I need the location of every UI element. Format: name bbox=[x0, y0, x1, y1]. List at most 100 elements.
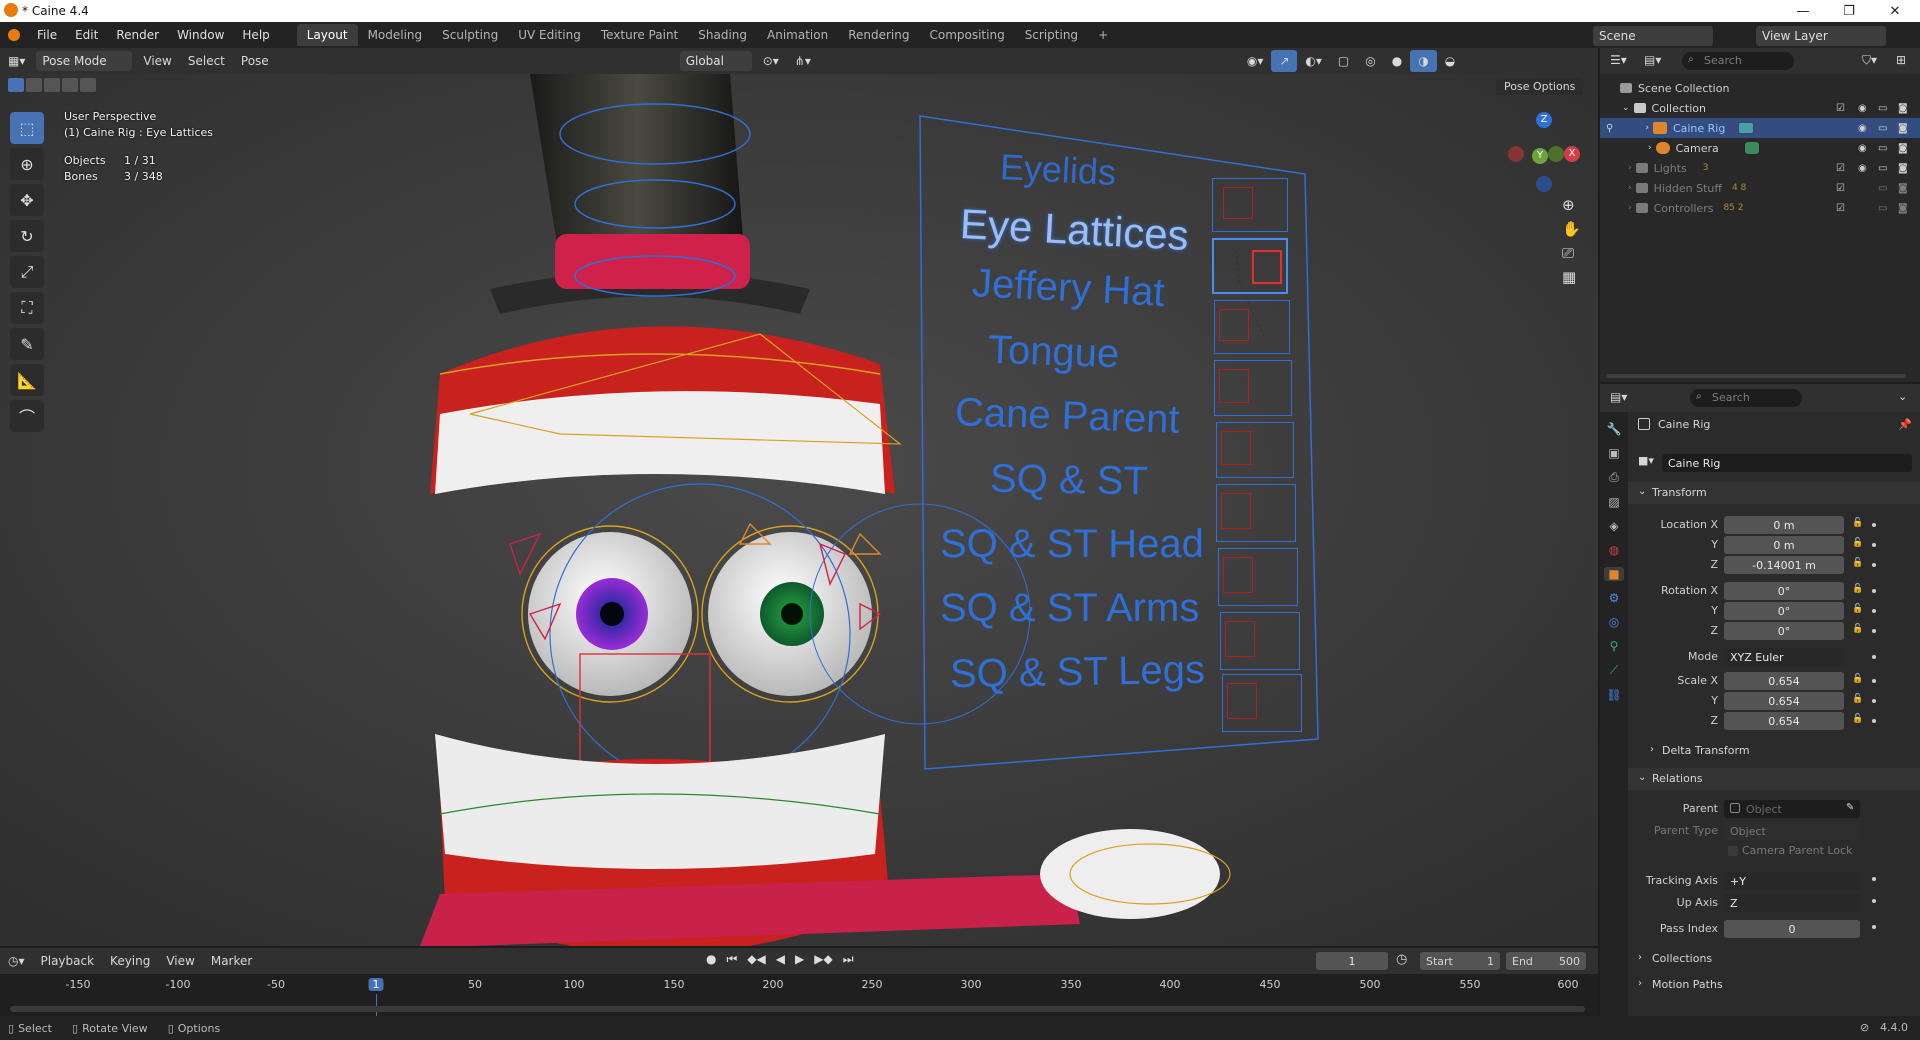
render-toggle-icon[interactable]: ◙ bbox=[1898, 183, 1908, 194]
include-checkbox-icon[interactable]: ☑ bbox=[1836, 103, 1845, 114]
chevron-right-icon[interactable]: › bbox=[1628, 203, 1632, 213]
shading-rendered-icon[interactable]: ◒ bbox=[1437, 50, 1463, 72]
gizmo-x-axis[interactable]: X bbox=[1564, 146, 1580, 162]
scale-tool-icon[interactable]: ⤢ bbox=[10, 256, 44, 288]
pivot-icon[interactable]: ⊙▾ bbox=[755, 50, 787, 72]
ortho-grid-icon[interactable]: ▦ bbox=[1562, 268, 1581, 286]
outliner-scrollbar[interactable] bbox=[1606, 374, 1906, 378]
board-box-jeffery-hat[interactable] bbox=[1214, 300, 1290, 354]
select-invert-icon[interactable] bbox=[62, 78, 78, 92]
keyframe-dot-icon[interactable] bbox=[1872, 563, 1876, 567]
viewport-toggle-icon[interactable]: ▭ bbox=[1878, 163, 1887, 174]
view-layer-selector[interactable]: View Layer bbox=[1756, 26, 1886, 46]
constraint-tab-icon[interactable]: ⛓ bbox=[1606, 688, 1621, 702]
outliner-row-lights[interactable]: › Lights 3 ☑ ◉ ▭ ◙ bbox=[1600, 158, 1920, 178]
board-label-tongue[interactable]: Tongue bbox=[987, 328, 1120, 378]
tab-sculpting[interactable]: Sculpting bbox=[432, 24, 508, 46]
zoom-icon[interactable]: ⊕ bbox=[1562, 196, 1581, 214]
play-icon[interactable]: ▶ bbox=[795, 952, 804, 967]
render-toggle-icon[interactable]: ◙ bbox=[1898, 123, 1908, 134]
menu-render[interactable]: Render bbox=[107, 22, 168, 48]
outliner-row-camera[interactable]: › Camera ◉ ▭ ◙ bbox=[1600, 138, 1920, 158]
keyframe-dot-icon[interactable] bbox=[1872, 699, 1876, 703]
lock-icon[interactable]: 🔓 bbox=[1852, 624, 1863, 634]
xray-icon[interactable]: ▢ bbox=[1330, 50, 1357, 72]
viewport-toggle-icon[interactable]: ▭ bbox=[1878, 103, 1887, 114]
select-menu[interactable]: Select bbox=[180, 50, 233, 72]
keyframe-dot-icon[interactable] bbox=[1872, 523, 1876, 527]
keyframe-dot-icon[interactable] bbox=[1872, 609, 1876, 613]
render-tab-icon[interactable]: ▣ bbox=[1608, 446, 1619, 460]
object-type-icon[interactable]: ■▾ bbox=[1638, 454, 1654, 467]
chevron-down-icon[interactable]: ⌄ bbox=[1622, 103, 1630, 113]
gizmo-neg-x[interactable] bbox=[1508, 146, 1524, 162]
include-checkbox-icon[interactable]: ☑ bbox=[1836, 183, 1845, 194]
jump-start-icon[interactable]: ⏮ bbox=[726, 952, 737, 967]
3d-viewport[interactable]: Eyelids Eye Lattices Jeffery Hat Tongue … bbox=[0, 74, 1598, 946]
keyframe-dot-icon[interactable] bbox=[1872, 925, 1876, 929]
keyframe-dot-icon[interactable] bbox=[1872, 719, 1876, 723]
keyframe-dot-icon[interactable] bbox=[1872, 543, 1876, 547]
measure-tool-icon[interactable]: 📐 bbox=[10, 364, 44, 396]
eyedropper-icon[interactable]: ✎ bbox=[1846, 802, 1854, 813]
object-tab-icon[interactable]: ■ bbox=[1604, 567, 1624, 581]
keyframe-dot-icon[interactable] bbox=[1872, 629, 1876, 633]
playhead-frame[interactable]: 1 bbox=[368, 978, 384, 991]
board-box-sq-st-arms[interactable] bbox=[1220, 612, 1300, 670]
up-axis-select[interactable]: Z bbox=[1724, 894, 1860, 912]
include-checkbox-icon[interactable]: ☑ bbox=[1836, 203, 1845, 214]
render-toggle-icon[interactable]: ◙ bbox=[1898, 103, 1908, 114]
viewport-toggle-icon[interactable]: ▭ bbox=[1878, 203, 1887, 214]
current-frame-field[interactable]: 1 bbox=[1316, 952, 1388, 970]
tab-animation[interactable]: Animation bbox=[757, 24, 838, 46]
keyframe-dot-icon[interactable] bbox=[1872, 679, 1876, 683]
delta-transform-panel-header[interactable]: › Delta Transform bbox=[1628, 740, 1920, 762]
scene-selector[interactable]: Scene bbox=[1593, 26, 1713, 46]
end-frame-field[interactable]: End 500 bbox=[1506, 952, 1586, 970]
minimize-button[interactable]: — bbox=[1780, 0, 1826, 22]
render-toggle-icon[interactable]: ◙ bbox=[1898, 163, 1908, 174]
timeline-track[interactable]: -150 -100 -50 1 50 100 150 200 250 300 3… bbox=[0, 974, 1598, 1016]
visibility-icon[interactable]: ◉▾ bbox=[1239, 50, 1272, 72]
collections-panel-header[interactable]: › Collections bbox=[1628, 948, 1920, 970]
keyframe-dot-icon[interactable] bbox=[1872, 589, 1876, 593]
display-mode-icon[interactable]: ▤▾ bbox=[1644, 53, 1661, 67]
menu-file[interactable]: File bbox=[28, 22, 66, 48]
rotation-z-field[interactable]: 0° bbox=[1724, 622, 1844, 640]
start-frame-field[interactable]: Start 1 bbox=[1420, 952, 1500, 970]
lock-icon[interactable]: 🔓 bbox=[1852, 538, 1863, 548]
scale-y-field[interactable]: 0.654 bbox=[1724, 692, 1844, 710]
orientation-selector[interactable]: Global bbox=[679, 51, 752, 71]
scene-tab-icon[interactable]: ◈ bbox=[1609, 519, 1618, 533]
object-data-tab-icon[interactable]: ⚲ bbox=[1610, 639, 1619, 653]
relations-panel-header[interactable]: ⌄ Relations bbox=[1628, 768, 1920, 790]
tab-modeling[interactable]: Modeling bbox=[358, 24, 433, 46]
modifier-tab-icon[interactable]: ⚙ bbox=[1609, 591, 1620, 605]
physics-tab-icon[interactable]: ◎ bbox=[1609, 615, 1619, 629]
chevron-right-icon[interactable]: › bbox=[1628, 183, 1632, 193]
outliner-row-controllers[interactable]: › Controllers 85 2 ☑ ▭ ◙ bbox=[1600, 198, 1920, 218]
menu-help[interactable]: Help bbox=[233, 22, 278, 48]
add-workspace-button[interactable]: + bbox=[1088, 24, 1118, 46]
editor-type-icon[interactable]: ▦▾ bbox=[0, 50, 33, 72]
close-button[interactable]: ✕ bbox=[1872, 0, 1918, 22]
tab-texture-paint[interactable]: Texture Paint bbox=[591, 24, 688, 46]
navigation-gizmo[interactable]: Z X Y bbox=[1504, 112, 1584, 192]
location-y-field[interactable]: 0 m bbox=[1724, 536, 1844, 554]
board-label-eyelids[interactable]: Eyelids bbox=[999, 146, 1117, 194]
next-keyframe-icon[interactable]: ▶◆ bbox=[814, 952, 832, 967]
properties-search-input[interactable]: Search bbox=[1690, 389, 1802, 407]
record-icon[interactable]: ● bbox=[706, 952, 716, 967]
tracking-axis-select[interactable]: +Y bbox=[1724, 872, 1860, 890]
view-menu[interactable]: View bbox=[135, 50, 179, 72]
board-label-sq-st-head[interactable]: SQ & ST Head bbox=[940, 522, 1204, 567]
snap-icon[interactable]: ⋔▾ bbox=[787, 50, 819, 72]
board-box-eye-lattices[interactable] bbox=[1212, 238, 1288, 294]
render-toggle-icon[interactable]: ◙ bbox=[1898, 143, 1908, 154]
blender-menu-icon[interactable] bbox=[0, 29, 28, 41]
eye-icon[interactable]: ◉ bbox=[1858, 123, 1867, 134]
eye-icon[interactable]: ◉ bbox=[1858, 163, 1867, 174]
transform-tool-icon[interactable]: ⛶ bbox=[10, 292, 44, 324]
bone-tab-icon[interactable]: ⟋ bbox=[1610, 663, 1618, 678]
play-reverse-icon[interactable]: ◀ bbox=[776, 952, 785, 967]
